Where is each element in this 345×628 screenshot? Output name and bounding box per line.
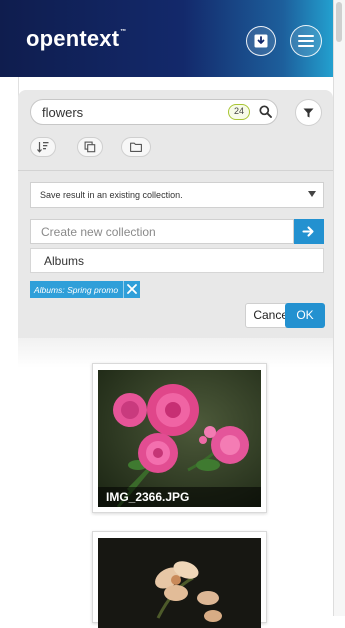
search-panel: flowers 24 Save result in an existing co…	[18, 90, 333, 338]
opentext-logo[interactable]: opentext™	[26, 26, 126, 52]
folder-icon	[130, 142, 142, 152]
scrollbar-thumb[interactable]	[336, 2, 342, 42]
close-icon	[127, 284, 137, 294]
collection-option-albums[interactable]: Albums	[30, 248, 324, 273]
download-icon	[254, 34, 268, 48]
app-header: opentext™	[0, 0, 333, 77]
hamburger-menu-icon	[298, 35, 314, 47]
sort-button[interactable]	[30, 137, 56, 157]
result-filename: IMG_2366.JPG	[98, 487, 261, 507]
collection-mode-select[interactable]: Save result in an existing collection.	[30, 182, 324, 208]
sort-icon	[37, 142, 49, 153]
panel-divider	[18, 170, 333, 171]
search-input[interactable]: flowers	[42, 105, 83, 120]
filter-button[interactable]	[295, 99, 322, 126]
arrow-right-icon	[302, 226, 314, 237]
ok-button[interactable]: OK	[285, 303, 325, 328]
result-thumbnail	[98, 538, 261, 628]
page-left-edge	[0, 77, 19, 616]
download-button[interactable]	[246, 26, 276, 56]
search-box[interactable]: flowers 24	[30, 99, 278, 125]
result-card[interactable]: IMG_2366.JPG	[92, 363, 267, 513]
logo-trademark: ™	[120, 29, 127, 35]
selected-collection-tag: Albums: Spring promo	[30, 281, 141, 298]
scrollbar[interactable]	[333, 0, 345, 616]
logo-text: opentext	[26, 26, 120, 51]
result-thumbnail: IMG_2366.JPG	[98, 370, 261, 507]
create-collection-button[interactable]	[294, 219, 324, 244]
result-card[interactable]	[92, 531, 267, 628]
selected-collection-label: Albums: Spring promo	[34, 284, 119, 295]
copy-button[interactable]	[77, 137, 103, 157]
caret-down-icon	[308, 191, 316, 197]
search-icon[interactable]	[259, 105, 272, 118]
filter-icon	[303, 108, 314, 118]
folder-button[interactable]	[121, 137, 151, 157]
collection-option-label: Albums	[44, 254, 85, 268]
menu-button[interactable]	[290, 25, 322, 57]
result-count-badge: 24	[228, 104, 250, 120]
copy-icon	[84, 141, 96, 153]
new-collection-input[interactable]	[30, 219, 294, 244]
remove-tag-button[interactable]	[123, 281, 140, 298]
orchid-image	[98, 538, 261, 628]
collection-mode-value: Save result in an existing collection.	[40, 190, 183, 200]
